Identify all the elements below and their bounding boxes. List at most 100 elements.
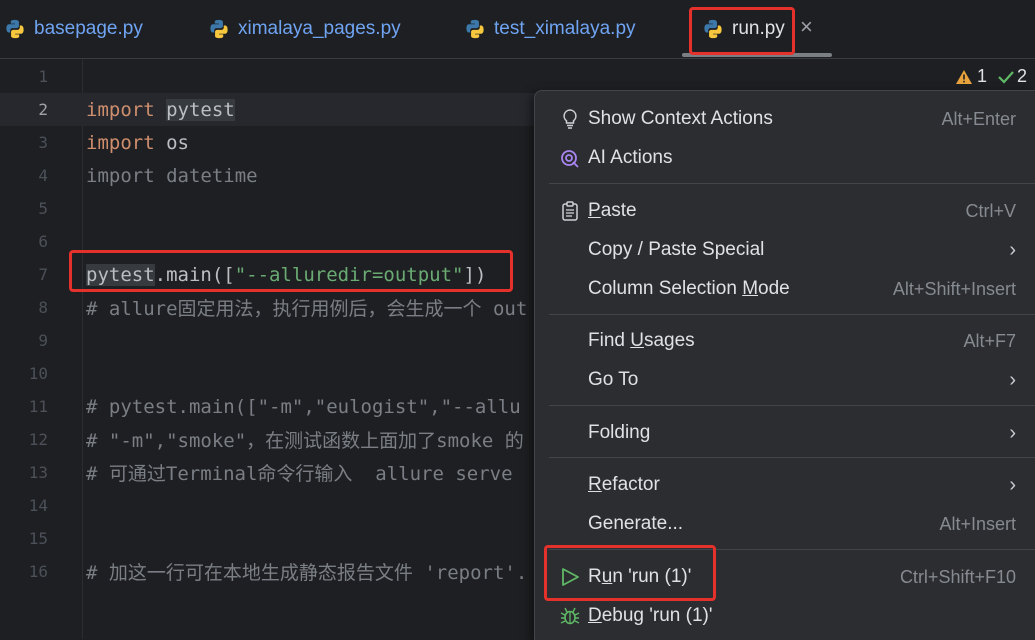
tab-label: ximalaya_pages.py <box>238 18 401 39</box>
menu-item-label: AI Actions <box>588 147 673 168</box>
line-number: 13 <box>28 463 48 482</box>
menu-item-label: Go To <box>588 369 639 390</box>
menu-item-copy-paste-special[interactable]: Copy / Paste Special › <box>549 232 1035 268</box>
menu-item-shortcut: Alt+Shift+Insert <box>892 278 1016 299</box>
comment: # "-m","smoke"，在测试函数上面加了smoke 的 <box>86 430 524 452</box>
line-number: 5 <box>38 199 48 218</box>
menu-separator <box>549 183 1035 184</box>
line-number: 10 <box>28 364 48 383</box>
label-mnemonic: P <box>588 200 601 221</box>
code-line: 1 <box>0 60 1035 93</box>
label-part: ebug 'run (1)' <box>601 605 713 626</box>
inspection-widget[interactable]: 1 2 <box>955 66 1027 87</box>
menu-item-debug[interactable]: Debug 'run (1)' <box>549 598 1035 634</box>
line-number: 15 <box>28 529 48 548</box>
tab-label: test_ximalaya.py <box>494 18 636 39</box>
menu-item-folding[interactable]: Folding › <box>549 415 1035 451</box>
check-icon <box>998 70 1014 84</box>
menu-separator <box>549 405 1035 406</box>
keyword: import <box>86 131 155 154</box>
label-mnemonic: D <box>588 605 602 626</box>
comment: # allure固定用法，执行用例后，会生成一个 out <box>86 298 528 320</box>
menu-item-refactor[interactable]: Refactor › <box>549 467 1035 503</box>
line-number: 7 <box>38 265 48 284</box>
label-part: Find <box>588 330 631 351</box>
menu-item-label: Paste <box>588 200 637 222</box>
label-mnemonic: M <box>742 278 759 299</box>
menu-item-find-usages[interactable]: Find Usages Alt+F7 <box>549 323 1035 359</box>
menu-item-label: Debug 'run (1)' <box>588 605 713 627</box>
tab-test-ximalaya[interactable]: test_ximalaya.py <box>464 0 636 58</box>
module-name: os <box>166 131 189 154</box>
submenu-arrow-icon: › <box>1009 421 1016 444</box>
line-number: 14 <box>28 496 48 515</box>
warning-icon <box>956 69 972 84</box>
tab-label: basepage.py <box>34 18 143 39</box>
menu-item-shortcut: Ctrl+Shift+F10 <box>899 566 1016 587</box>
line-number: 6 <box>38 232 48 251</box>
tab-basepage[interactable]: basepage.py <box>4 0 143 58</box>
label-mnemonic: R <box>588 474 602 495</box>
code-text: import os <box>86 132 189 154</box>
menu-separator <box>549 314 1035 315</box>
ai-icon <box>561 150 579 168</box>
highlight-box-run-tab <box>689 7 795 55</box>
python-file-icon <box>6 19 24 39</box>
debug-icon <box>560 607 580 625</box>
menu-item-show-context-actions[interactable]: Show Context Actions Alt+Enter <box>549 101 1035 137</box>
label-part: Column Selection <box>588 278 743 299</box>
comment: # 加这一行可在本地生成静态报告文件 'report'. <box>86 562 528 584</box>
label-part: sages <box>643 330 695 351</box>
label-part: aste <box>600 200 637 221</box>
menu-item-shortcut: Alt+Insert <box>939 513 1016 534</box>
line-number: 9 <box>38 331 48 350</box>
menu-item-label: Show Context Actions <box>588 108 773 129</box>
menu-item-shortcut: Alt+Enter <box>941 108 1016 129</box>
menu-item-ai-actions[interactable]: AI Actions <box>549 140 1035 176</box>
line-number: 2 <box>38 100 48 119</box>
menu-separator <box>549 457 1035 458</box>
line-number: 4 <box>38 166 48 185</box>
label-part: efactor <box>601 474 660 495</box>
code-text: import pytest <box>86 98 235 121</box>
submenu-arrow-icon: › <box>1009 368 1016 391</box>
line-number: 3 <box>38 133 48 152</box>
editor-tab-bar: basepage.py ximalaya_pages.py test_ximal… <box>0 0 1035 59</box>
line-number: 11 <box>28 397 48 416</box>
lightbulb-icon <box>563 109 577 129</box>
comment: # 可通过Terminal命令行输入 allure serve <box>86 463 513 485</box>
comment: # pytest.main(["-m","eulogist","--allu <box>86 395 521 418</box>
submenu-arrow-icon: › <box>1009 473 1016 496</box>
menu-item-label: Find Usages <box>588 330 695 352</box>
menu-item-paste[interactable]: Paste Ctrl+V <box>549 193 1035 229</box>
module-name: pytest <box>166 98 235 121</box>
label-mnemonic: U <box>630 330 644 351</box>
menu-item-label: Folding <box>588 422 651 443</box>
menu-item-label: Generate... <box>588 513 684 534</box>
tab-ximalaya-pages[interactable]: ximalaya_pages.py <box>208 0 401 58</box>
menu-item-generate[interactable]: Generate... Alt+Insert <box>549 506 1035 542</box>
ok-count: 2 <box>1017 66 1028 86</box>
code-text-unused-import: import datetime <box>86 164 258 187</box>
menu-item-go-to[interactable]: Go To › <box>549 362 1035 398</box>
menu-item-label: Copy / Paste Special <box>588 239 765 260</box>
menu-item-shortcut: Alt+F7 <box>963 330 1016 351</box>
menu-item-column-selection-mode[interactable]: Column Selection Mode Alt+Shift+Insert <box>549 271 1035 307</box>
submenu-arrow-icon: › <box>1009 238 1016 261</box>
python-file-icon <box>466 19 484 39</box>
menu-item-label: Column Selection Mode <box>588 278 790 300</box>
python-file-icon <box>210 19 228 39</box>
menu-item-label: Refactor <box>588 474 660 496</box>
line-number: 16 <box>28 562 48 581</box>
line-number: 1 <box>38 67 48 86</box>
label-part: ode <box>758 278 790 299</box>
line-number: 8 <box>38 298 48 317</box>
warning-count: 1 <box>977 66 988 86</box>
highlight-box-run-item <box>544 545 716 601</box>
highlight-box-pytest-main <box>69 250 513 292</box>
menu-item-shortcut: Ctrl+V <box>965 200 1016 221</box>
keyword: import <box>86 98 155 121</box>
line-number: 12 <box>28 430 48 449</box>
close-tab-icon[interactable]: × <box>800 14 813 40</box>
clipboard-icon <box>562 201 578 221</box>
